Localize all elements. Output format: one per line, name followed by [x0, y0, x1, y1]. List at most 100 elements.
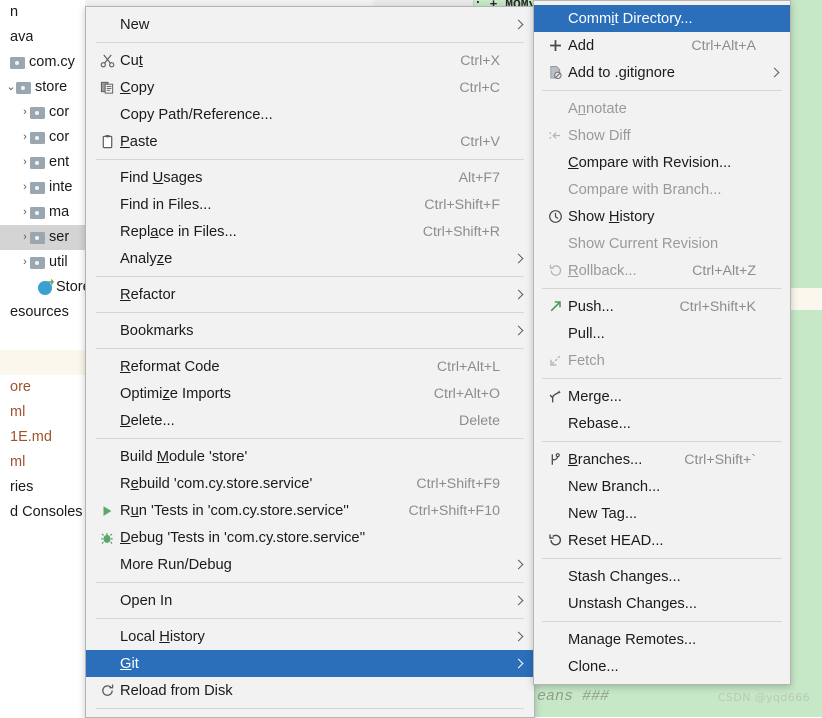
- menu-item-optimize-imports[interactable]: Optimize Imports Ctrl+Alt+O: [86, 380, 534, 407]
- menu-item-debug-tests-in-com-cy-store-service[interactable]: Debug 'Tests in 'com.cy.store.service'': [86, 524, 534, 551]
- chevron-right-icon[interactable]: ›: [20, 225, 30, 250]
- menu-item-label: Unstash Changes...: [568, 595, 697, 612]
- menu-item-icon-placeholder: [94, 317, 120, 344]
- tree-item-storea[interactable]: StoreA: [0, 275, 85, 300]
- tree-item-store[interactable]: ⌄ store: [0, 75, 85, 100]
- tree-item-n[interactable]: n: [0, 0, 85, 25]
- menu-item-pull[interactable]: Pull...: [534, 320, 790, 347]
- menu-item-merge[interactable]: Merge...: [534, 383, 790, 410]
- tree-item-label: cor: [49, 104, 70, 120]
- tree-item-blank[interactable]: [0, 350, 85, 375]
- tree-item-ava[interactable]: ava: [0, 25, 85, 50]
- menu-item-label: Run 'Tests in 'com.cy.store.service'': [120, 502, 349, 519]
- menu-item-build-module-store[interactable]: Build Module 'store': [86, 443, 534, 470]
- menu-item-new-branch[interactable]: New Branch...: [534, 473, 790, 500]
- tree-item-ries[interactable]: ries: [0, 475, 85, 500]
- menu-item-clone[interactable]: Clone...: [534, 653, 790, 680]
- menu-item-icon-placeholder: [542, 410, 568, 437]
- menu-item-icon-placeholder: [542, 230, 568, 257]
- tree-item-1e-md[interactable]: 1E.md: [0, 425, 85, 450]
- menu-item-commit-directory[interactable]: Commit Directory...: [534, 5, 790, 32]
- menu-item-push[interactable]: Push... Ctrl+Shift+K: [534, 293, 790, 320]
- menu-item-new[interactable]: New: [86, 11, 534, 38]
- chevron-right-icon[interactable]: ›: [20, 100, 30, 125]
- tree-item-ent[interactable]: › ent: [0, 150, 85, 175]
- chevron-right-icon[interactable]: ›: [20, 200, 30, 225]
- chevron-right-icon[interactable]: ›: [20, 125, 30, 150]
- menu-item-manage-remotes[interactable]: Manage Remotes...: [534, 626, 790, 653]
- menu-item-label: Build Module 'store': [120, 448, 248, 465]
- chevron-right-icon[interactable]: ›: [20, 150, 30, 175]
- tree-item-ml[interactable]: ml: [0, 450, 85, 475]
- chevron-down-icon[interactable]: ⌄: [6, 75, 16, 100]
- menu-item-open-in[interactable]: Open In: [86, 587, 534, 614]
- tree-item-ml[interactable]: ml: [0, 400, 85, 425]
- menu-item-label: Optimize Imports: [120, 385, 231, 402]
- tree-item-ser[interactable]: › ser: [0, 225, 85, 250]
- menu-item-new-tag[interactable]: New Tag...: [534, 500, 790, 527]
- menu-item-icon-placeholder: [94, 164, 120, 191]
- menu-item-local-history[interactable]: Local History: [86, 623, 534, 650]
- menu-item-add-to-gitignore[interactable]: Add to .gitignore: [534, 59, 790, 86]
- menu-item-paste[interactable]: Paste Ctrl+V: [86, 128, 534, 155]
- menu-item-label: Bookmarks: [120, 322, 194, 339]
- tree-item-label: ma: [49, 204, 70, 220]
- tree-item-label: ent: [49, 154, 70, 170]
- tree-item-label: ml: [10, 454, 26, 470]
- menu-separator: [542, 378, 782, 379]
- menu-separator: [96, 312, 524, 313]
- folder-icon: [16, 81, 31, 94]
- menu-item-copy[interactable]: Copy Ctrl+C: [86, 74, 534, 101]
- menu-item-rebuild-com-cy-store-service[interactable]: Rebuild 'com.cy.store.service' Ctrl+Shift…: [86, 470, 534, 497]
- merge-icon: [542, 383, 568, 410]
- menu-item-replace-in-files[interactable]: Replace in Files... Ctrl+Shift+R: [86, 218, 534, 245]
- menu-item-icon-placeholder: [94, 380, 120, 407]
- tree-item-util[interactable]: › util: [0, 250, 85, 275]
- folder-icon: [30, 156, 45, 169]
- menu-item-show-history[interactable]: Show History: [534, 203, 790, 230]
- menu-item-add[interactable]: Add Ctrl+Alt+A: [534, 32, 790, 59]
- menu-item-find-usages[interactable]: Find Usages Alt+F7: [86, 164, 534, 191]
- tree-item-ore[interactable]: ore: [0, 375, 85, 400]
- menu-item-branches[interactable]: Branches... Ctrl+Shift+`: [534, 446, 790, 473]
- menu-item-label: Pull...: [568, 325, 605, 342]
- menu-item-run-tests-in-com-cy-store-service[interactable]: Run 'Tests in 'com.cy.store.service'' Ctr…: [86, 497, 534, 524]
- tree-item-esources[interactable]: esources: [0, 300, 85, 325]
- menu-item-reset-head[interactable]: Reset HEAD...: [534, 527, 790, 554]
- chevron-right-icon[interactable]: ›: [20, 250, 30, 275]
- tree-item-d-consoles[interactable]: d Consoles: [0, 500, 85, 525]
- menu-item-label: Open In: [120, 592, 173, 609]
- menu-item-refactor[interactable]: Refactor: [86, 281, 534, 308]
- menu-item-bookmarks[interactable]: Bookmarks: [86, 317, 534, 344]
- project-tree-panel[interactable]: n ava com.cy ⌄ store › cor › cor › ent › inte › ma › ser…: [0, 0, 85, 717]
- menu-item-analyze[interactable]: Analyze: [86, 245, 534, 272]
- menu-item-compare-with-revision[interactable]: Compare with Revision...: [534, 149, 790, 176]
- chevron-right-icon[interactable]: ›: [20, 175, 30, 200]
- menu-item-rebase[interactable]: Rebase...: [534, 410, 790, 437]
- menu-item-rollback: Rollback... Ctrl+Alt+Z: [534, 257, 790, 284]
- menu-item-stash-changes[interactable]: Stash Changes...: [534, 563, 790, 590]
- chevron-right-icon: [513, 289, 524, 300]
- tree-item-cor[interactable]: › cor: [0, 125, 85, 150]
- menu-item-reload-from-disk[interactable]: Reload from Disk: [86, 677, 534, 704]
- menu-item-cut[interactable]: Cut Ctrl+X: [86, 47, 534, 74]
- menu-separator: [96, 276, 524, 277]
- tree-item-label: ore: [10, 379, 31, 395]
- file-context-menu[interactable]: New Cut Ctrl+X Copy Ctrl+C Copy Path/Referenc…: [85, 6, 535, 718]
- tree-item-com-cy[interactable]: com.cy: [0, 50, 85, 75]
- tree-item-blank[interactable]: [0, 325, 85, 350]
- menu-item-find-in-files[interactable]: Find in Files... Ctrl+Shift+F: [86, 191, 534, 218]
- git-submenu[interactable]: Commit Directory... Add Ctrl+Alt+A Add to .…: [533, 0, 791, 685]
- menu-item-copy-path-reference[interactable]: Copy Path/Reference...: [86, 101, 534, 128]
- menu-item-label: New Branch...: [568, 478, 661, 495]
- tree-item-cor[interactable]: › cor: [0, 100, 85, 125]
- menu-item-reformat-code[interactable]: Reformat Code Ctrl+Alt+L: [86, 353, 534, 380]
- tree-item-ma[interactable]: › ma: [0, 200, 85, 225]
- rollback-icon: [542, 257, 568, 284]
- menu-item-git[interactable]: Git: [86, 650, 534, 677]
- menu-item-delete[interactable]: Delete... Delete: [86, 407, 534, 434]
- tree-item-inte[interactable]: › inte: [0, 175, 85, 200]
- menu-item-more-run-debug[interactable]: More Run/Debug: [86, 551, 534, 578]
- menu-item-unstash-changes[interactable]: Unstash Changes...: [534, 590, 790, 617]
- menu-item-label: Rollback...: [568, 262, 637, 279]
